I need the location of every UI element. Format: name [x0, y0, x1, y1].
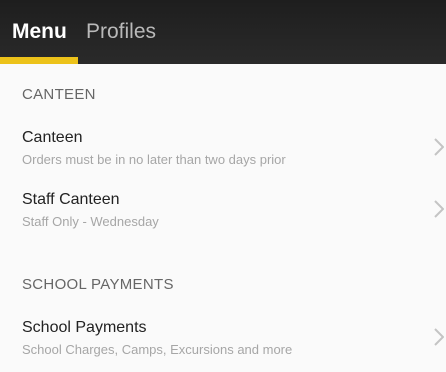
app-screen: Menu Profiles CANTEEN Canteen Orders mus… [0, 0, 446, 372]
tab-profiles[interactable]: Profiles [86, 18, 156, 46]
item-title: Staff Canteen [22, 191, 120, 208]
section-header-school-payments: SCHOOL PAYMENTS [22, 276, 174, 293]
chevron-right-icon [434, 138, 444, 156]
list-item-staff-canteen[interactable]: Staff Canteen Staff Only - Wednesday [0, 190, 446, 246]
item-title: School Payments [22, 319, 147, 336]
item-title: Canteen [22, 129, 83, 146]
item-subtitle: Staff Only - Wednesday [22, 214, 159, 229]
section-header-canteen: CANTEEN [22, 86, 96, 103]
chevron-right-icon [434, 328, 444, 346]
tab-menu[interactable]: Menu [12, 18, 67, 46]
chevron-right-icon [434, 200, 444, 218]
item-subtitle: Orders must be in no later than two days… [22, 152, 286, 167]
active-tab-indicator [0, 57, 78, 64]
item-subtitle: School Charges, Camps, Excursions and mo… [22, 342, 293, 357]
top-tab-bar: Menu Profiles [0, 0, 446, 64]
list-item-canteen[interactable]: Canteen Orders must be in no later than … [0, 128, 446, 184]
list-item-school-payments[interactable]: School Payments School Charges, Camps, E… [0, 318, 446, 372]
